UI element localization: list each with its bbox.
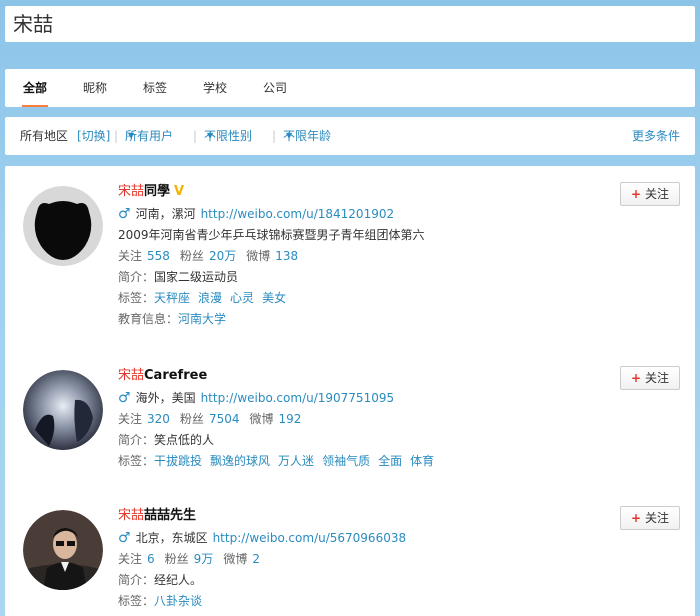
weibo-count[interactable]: 192 — [279, 412, 302, 426]
profile-url-link[interactable]: http://weibo.com/u/1907751095 — [201, 391, 395, 405]
tags-row: 标签：干拔跳投 飘逸的球风 万人迷 领袖气质 全面 体育 — [118, 454, 435, 468]
more-conditions-link[interactable]: 更多条件 — [632, 117, 680, 155]
filter-separator: | — [272, 129, 277, 143]
tag-link[interactable]: 体育 — [410, 454, 434, 468]
avatar[interactable] — [23, 186, 103, 266]
user-name-link[interactable]: 宋喆Carefree — [118, 366, 608, 386]
filter-separator: | — [193, 129, 198, 143]
tab-tags[interactable]: 标签 — [142, 69, 168, 107]
following-count[interactable]: 558 — [147, 249, 170, 263]
profile-url-link[interactable]: http://weibo.com/u/5670966038 — [213, 531, 407, 545]
chevron-down-icon: ▼ — [286, 131, 293, 140]
intro-text: 笑点低的人 — [154, 433, 215, 447]
list-item: 宋喆同學 V ♂ 河南，漯河 http://weibo.com/u/184120190… — [5, 166, 695, 346]
intro-row: 简介：经纪人。 — [118, 573, 203, 587]
search-tabs: 全部 昵称 标签 学校 公司 — [5, 69, 695, 107]
results-list: 宋喆同學 V ♂ 河南，漯河 http://weibo.com/u/184120190… — [5, 166, 695, 616]
following-count[interactable]: 320 — [147, 412, 170, 426]
tag-link[interactable]: 万人迷 — [278, 454, 314, 468]
tag-link[interactable]: 浪漫 — [198, 291, 222, 305]
tab-nickname[interactable]: 昵称 — [82, 69, 108, 107]
stats-row: 关注 320 粉丝 7504 微博 192 — [118, 412, 302, 426]
list-item: 宋喆Carefree ♂ 海外，美国 http://weibo.com/u/1907… — [5, 350, 695, 490]
tag-link[interactable]: 美女 — [262, 291, 286, 305]
male-icon: ♂ — [118, 530, 131, 546]
tab-company[interactable]: 公司 — [262, 69, 288, 107]
tag-link[interactable]: 干拔跳投 — [154, 454, 202, 468]
follow-button[interactable]: + 关注 — [620, 506, 680, 530]
search-input[interactable]: 宋喆 — [5, 6, 695, 42]
tag-link[interactable]: 飘逸的球风 — [210, 454, 270, 468]
avatar[interactable] — [23, 370, 103, 450]
description-text: 2009年河南省青少年乒乓球锦标赛暨男子青年组团体第六 — [118, 228, 425, 242]
location-text: 海外，美国 — [135, 391, 196, 405]
follow-button[interactable]: + 关注 — [620, 182, 680, 206]
plus-icon: + — [630, 187, 642, 201]
user-name-link[interactable]: 宋喆同學 V — [118, 182, 608, 202]
stats-row: 关注 558 粉丝 20万 微博 138 — [118, 249, 299, 263]
tag-link[interactable]: 八卦杂谈 — [154, 594, 202, 608]
location-text: 河南，漯河 — [135, 207, 196, 221]
tag-link[interactable]: 天秤座 — [154, 291, 190, 305]
follow-button[interactable]: + 关注 — [620, 366, 680, 390]
tab-school[interactable]: 学校 — [202, 69, 228, 107]
plus-icon: + — [630, 511, 642, 525]
education-row: 教育信息：河南大学 — [118, 312, 227, 326]
chevron-down-icon: ▼ — [207, 131, 214, 140]
user-name-link[interactable]: 宋喆喆喆先生 — [118, 506, 608, 526]
chevron-down-icon: ▼ — [128, 131, 135, 140]
location-text: 北京，东城区 — [135, 531, 208, 545]
male-icon: ♂ — [118, 206, 131, 222]
education-link[interactable]: 河南大学 — [178, 312, 226, 326]
tab-all[interactable]: 全部 — [22, 69, 48, 107]
weibo-count[interactable]: 138 — [275, 249, 298, 263]
weibo-count[interactable]: 2 — [252, 552, 260, 566]
verified-icon: V — [174, 184, 185, 199]
switch-region-link[interactable]: [切换] — [77, 117, 110, 155]
stats-row: 关注 6 粉丝 9万 微博 2 — [118, 552, 260, 566]
tags-row: 标签：天秤座 浪漫 心灵 美女 — [118, 291, 287, 305]
tag-link[interactable]: 心灵 — [230, 291, 254, 305]
plus-icon: + — [630, 371, 642, 385]
intro-row: 简介：国家二级运动员 — [118, 270, 239, 284]
male-icon: ♂ — [118, 390, 131, 406]
intro-text: 经纪人。 — [154, 573, 203, 587]
avatar[interactable] — [23, 510, 103, 590]
fans-count[interactable]: 7504 — [209, 412, 240, 426]
list-item: 宋喆喆喆先生 ♂ 北京，东城区 http://weibo.com/u/5670966… — [5, 490, 695, 616]
intro-row: 简介：笑点低的人 — [118, 433, 215, 447]
filter-separator: | — [114, 129, 119, 143]
tag-link[interactable]: 领袖气质 — [322, 454, 370, 468]
intro-text: 国家二级运动员 — [154, 270, 239, 284]
profile-url-link[interactable]: http://weibo.com/u/1841201902 — [201, 207, 395, 221]
fans-count[interactable]: 20万 — [209, 249, 236, 263]
fans-count[interactable]: 9万 — [194, 552, 214, 566]
filter-bar: 所有地区 [切换] | 所有用户 ▼ | 不限性别 ▼ | 不限年龄 ▼ 更多条件 — [5, 117, 695, 155]
following-count[interactable]: 6 — [147, 552, 155, 566]
region-filter-label: 所有地区 — [20, 129, 69, 143]
tag-link[interactable]: 全面 — [378, 454, 402, 468]
tags-row: 标签：八卦杂谈 — [118, 594, 203, 608]
